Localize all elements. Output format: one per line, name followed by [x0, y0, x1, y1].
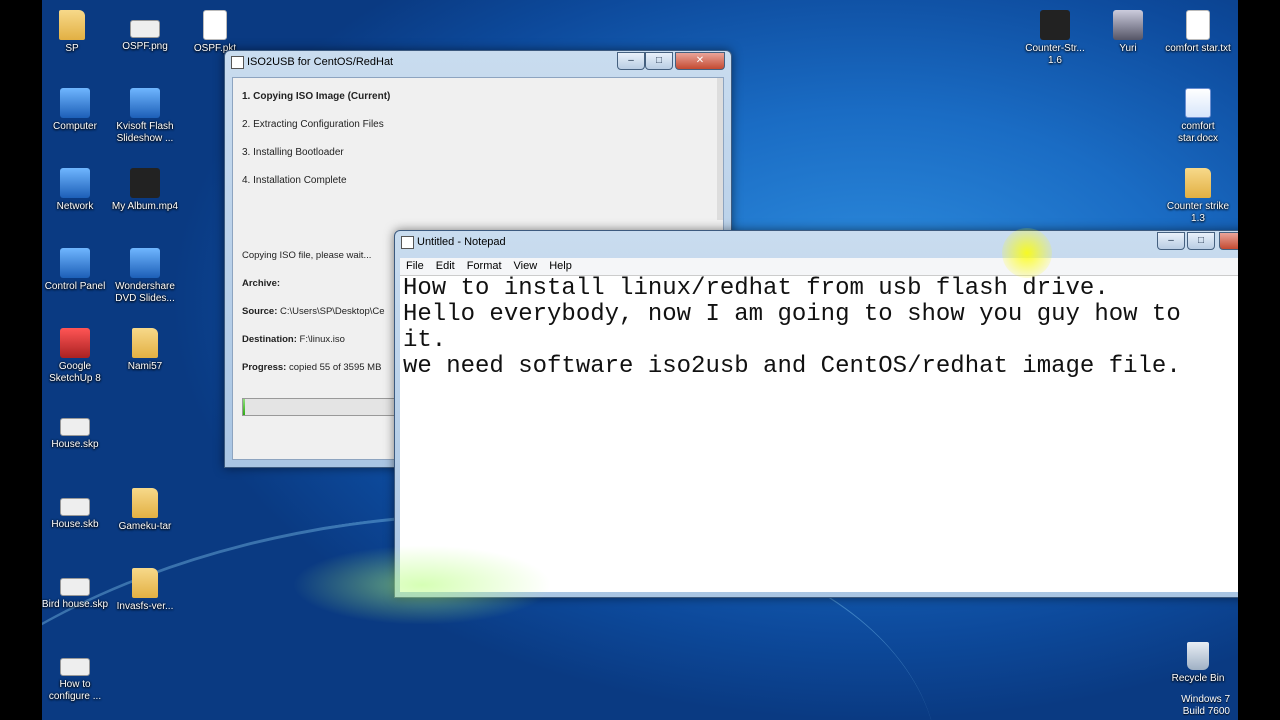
folder-icon	[1185, 168, 1211, 198]
windows-watermark: Windows 7 Build 7600	[1181, 694, 1230, 717]
desktop-icon-control-panel[interactable]: Control Panel	[42, 248, 110, 293]
notepad-menubar: File Edit Format View Help	[400, 258, 1238, 276]
desktop-icon-house-skp[interactable]: House.skp	[42, 408, 110, 451]
image-icon	[130, 20, 160, 38]
app-icon	[130, 248, 160, 278]
desktop-icon-network[interactable]: Network	[42, 168, 110, 213]
notepad-restore-button[interactable]: □	[1187, 232, 1215, 250]
desktop-icon-counter-strike-16[interactable]: Counter-Str... 1.6	[1020, 10, 1090, 67]
text-file-icon	[1186, 10, 1210, 40]
progress-bar	[242, 398, 404, 416]
sketchup-icon	[60, 328, 90, 358]
menu-view[interactable]: View	[508, 258, 544, 272]
desktop-icon-bird-house[interactable]: Bird house.skp	[42, 568, 110, 611]
notepad-title: Untitled - Notepad	[417, 236, 506, 248]
file-icon	[60, 658, 90, 676]
step-1: 1. Copying ISO Image (Current)	[242, 91, 391, 102]
progress-bar-fill	[243, 399, 246, 415]
notepad-titlebar[interactable]: Untitled - Notepad – □ ✕	[395, 231, 1238, 253]
desktop-icon-computer[interactable]: Computer	[42, 88, 110, 133]
destination-row: Destination: F:\linux.iso	[242, 334, 345, 345]
desktop-icon-my-album[interactable]: My Album.mp4	[110, 168, 180, 213]
folder-icon	[132, 568, 158, 598]
desktop: SP OSPF.png OSPF.pkt Computer Kvisoft Fl…	[42, 0, 1238, 720]
skb-file-icon	[60, 498, 90, 516]
text-line: it.	[403, 327, 447, 354]
network-icon	[60, 168, 90, 198]
steps-scrollbar[interactable]	[717, 78, 723, 220]
menu-format[interactable]: Format	[461, 258, 508, 272]
status-text: Copying ISO file, please wait...	[242, 250, 372, 261]
text-line: How to install linux/redhat from usb fla…	[403, 275, 1109, 302]
step-2: 2. Extracting Configuration Files	[242, 119, 384, 130]
desktop-icon-invasfs[interactable]: Invasfs-ver...	[110, 568, 180, 613]
text-line: we need software iso2usb and CentOS/redh…	[403, 353, 1181, 380]
notepad-text-area[interactable]: How to install linux/redhat from usb fla…	[400, 276, 1238, 592]
menu-edit[interactable]: Edit	[430, 258, 461, 272]
source-row: Source: C:\Users\SP\Desktop\Ce	[242, 306, 385, 317]
close-button[interactable]: ✕	[675, 52, 725, 70]
progress-row: Progress: copied 55 of 3595 MB	[242, 362, 382, 373]
folder-icon	[132, 328, 158, 358]
cursor-highlight	[1002, 228, 1052, 278]
text-line: Hello everybody, now I am going to show …	[403, 301, 1181, 328]
desktop-icon-counter-strike-13[interactable]: Counter strike 1.3	[1163, 168, 1233, 225]
notepad-minimize-button[interactable]: –	[1157, 232, 1185, 250]
desktop-icon-comfort-star-docx[interactable]: comfort star.docx	[1163, 88, 1233, 145]
desktop-icon-kvisoft[interactable]: Kvisoft Flash Slideshow ...	[110, 88, 180, 145]
archive-row: Archive:	[242, 278, 281, 289]
step-3: 3. Installing Bootloader	[242, 147, 344, 158]
skp-file-icon	[60, 578, 90, 596]
desktop-icon-wondershare[interactable]: Wondershare DVD Slides...	[110, 248, 180, 305]
app-window-icon	[231, 56, 244, 69]
step-4: 4. Installation Complete	[242, 175, 347, 186]
maximize-button[interactable]: □	[645, 52, 673, 70]
folder-user-icon	[59, 10, 85, 40]
counter-strike-icon	[1040, 10, 1070, 40]
control-panel-icon	[60, 248, 90, 278]
video-icon	[130, 168, 160, 198]
app-icon	[130, 88, 160, 118]
minimize-button[interactable]: –	[617, 52, 645, 70]
desktop-icon-house-skb[interactable]: House.skb	[42, 488, 110, 531]
desktop-icon-ospf-pkt[interactable]: OSPF.pkt	[180, 10, 250, 55]
file-icon	[203, 10, 227, 40]
computer-icon	[60, 88, 90, 118]
desktop-icon-gameku[interactable]: Gameku-tar	[110, 488, 180, 533]
desktop-icon-sketchup[interactable]: Google SketchUp 8	[42, 328, 110, 385]
notepad-close-button[interactable]: ✕	[1219, 232, 1238, 250]
desktop-icon-recycle-bin[interactable]: Recycle Bin	[1163, 642, 1233, 685]
desktop-icon-comfort-star-txt[interactable]: comfort star.txt	[1163, 10, 1233, 55]
folder-icon	[132, 488, 158, 518]
iso2usb-titlebar[interactable]: ISO2USB for CentOS/RedHat – □ ✕	[225, 51, 731, 73]
desktop-icon-yuri[interactable]: Yuri	[1093, 10, 1163, 55]
menu-help[interactable]: Help	[543, 258, 578, 272]
notepad-window[interactable]: Untitled - Notepad – □ ✕ FileEditFormatV…	[394, 230, 1238, 598]
menu-file[interactable]: File	[400, 258, 430, 272]
desktop-icon-how-to-configure[interactable]: How to configure ...	[42, 648, 110, 703]
recycle-bin-icon	[1187, 642, 1209, 670]
word-file-icon	[1185, 88, 1211, 118]
iso2usb-title: ISO2USB for CentOS/RedHat	[247, 56, 394, 68]
desktop-icon-nami57[interactable]: Nami57	[110, 328, 180, 373]
skp-file-icon	[60, 418, 90, 436]
yuri-icon	[1113, 10, 1143, 40]
notepad-icon	[401, 236, 414, 249]
desktop-icon-ospf-png[interactable]: OSPF.png	[110, 10, 180, 53]
desktop-icon-sp[interactable]: SP	[42, 10, 107, 55]
